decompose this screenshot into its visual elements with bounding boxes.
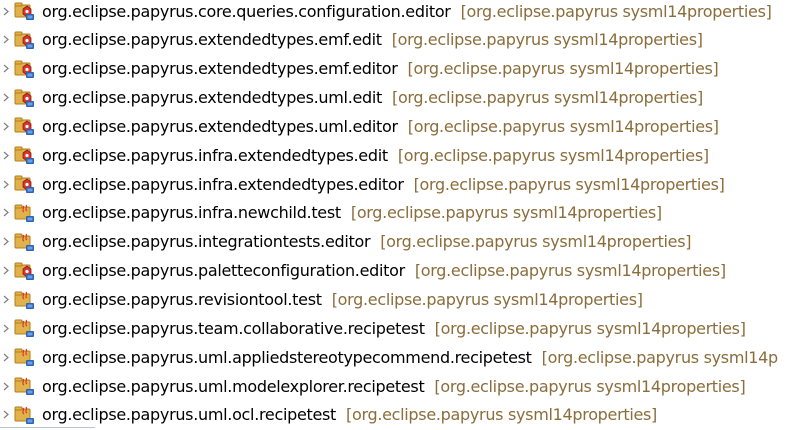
repository-decoration: [org.eclipse.papyrus sysml14properties]	[407, 116, 719, 136]
tree-item-15[interactable]: org.eclipse.papyrus.uml.ocl.recipetest […	[0, 401, 657, 429]
java-project-icon	[14, 231, 36, 253]
expand-arrow-icon[interactable]	[1, 343, 11, 371]
expand-arrow-icon[interactable]	[1, 286, 11, 314]
java-project-icon	[14, 317, 36, 339]
java-project-icon	[14, 404, 36, 426]
tree-item-13[interactable]: org.eclipse.papyrus.uml.appliedstereotyp…	[0, 343, 778, 371]
expand-arrow-icon[interactable]	[1, 228, 11, 256]
repository-decoration: [org.eclipse.papyrus sysml14properties]	[380, 232, 692, 252]
project-name: org.eclipse.papyrus.infra.extendedtypes.…	[42, 174, 404, 194]
project-name: org.eclipse.papyrus.team.collaborative.r…	[42, 318, 425, 338]
project-name: org.eclipse.papyrus.infra.newchild.test	[42, 203, 341, 223]
java-project-icon	[14, 202, 36, 224]
tree-item-7[interactable]: org.eclipse.papyrus.infra.extendedtypes.…	[0, 170, 725, 198]
tree-item-11[interactable]: org.eclipse.papyrus.revisiontool.test [o…	[0, 286, 643, 314]
project-name: org.eclipse.papyrus.core.queries.configu…	[42, 1, 451, 21]
expand-arrow-icon[interactable]	[1, 199, 11, 227]
tree-item-2[interactable]: org.eclipse.papyrus.extendedtypes.emf.ed…	[0, 26, 703, 54]
repository-decoration: [org.eclipse.papyrus sysml14properties]	[331, 290, 643, 309]
project-explorer-tree: org.eclipse.papyrus.core.queries.configu…	[0, 0, 809, 430]
project-name: org.eclipse.papyrus.extendedtypes.uml.ed…	[42, 116, 398, 136]
repository-decoration: [org.eclipse.papyrus sysml14properties]	[407, 59, 719, 79]
project-name: org.eclipse.papyrus.infra.extendedtypes.…	[42, 145, 388, 165]
project-name: org.eclipse.papyrus.paletteconfiguration…	[42, 261, 405, 281]
expand-arrow-icon[interactable]	[1, 170, 11, 198]
project-name: org.eclipse.papyrus.extendedtypes.uml.ed…	[42, 88, 382, 108]
project-name: org.eclipse.papyrus.integrationtests.edi…	[42, 232, 371, 252]
repository-decoration: [org.eclipse.papyrus sysml14properties]	[391, 30, 703, 50]
tree-item-9[interactable]: org.eclipse.papyrus.integrationtests.edi…	[0, 228, 692, 256]
plugin-project-icon	[14, 0, 36, 22]
java-project-icon	[14, 289, 36, 311]
expand-arrow-icon[interactable]	[1, 314, 11, 342]
repository-decoration: [org.eclipse.papyrus sysml14properties]	[350, 203, 662, 223]
plugin-project-icon	[14, 144, 36, 166]
repository-decoration: [org.eclipse.papyrus sysml14properties]	[414, 261, 726, 281]
plugin-project-icon	[14, 58, 36, 80]
repository-decoration: [org.eclipse.papyrus sysml14properties]	[434, 318, 746, 338]
expand-arrow-icon[interactable]	[1, 141, 11, 169]
tree-item-14[interactable]: org.eclipse.papyrus.uml.modelexplorer.re…	[0, 372, 746, 400]
java-project-icon	[14, 375, 36, 397]
plugin-project-icon	[14, 173, 36, 195]
repository-decoration: [org.eclipse.papyrus sysml14properties]	[460, 1, 772, 21]
project-name: org.eclipse.papyrus.revisiontool.test	[42, 290, 322, 309]
expand-arrow-icon[interactable]	[1, 26, 11, 54]
expand-arrow-icon[interactable]	[1, 372, 11, 400]
tree-item-6[interactable]: org.eclipse.papyrus.infra.extendedtypes.…	[0, 141, 709, 169]
expand-arrow-icon[interactable]	[1, 55, 11, 83]
repository-decoration: [org.eclipse.papyrus sysml14p	[541, 347, 779, 367]
repository-decoration: [org.eclipse.papyrus sysml14properties]	[413, 174, 725, 194]
plugin-project-icon	[14, 29, 36, 51]
expand-arrow-icon[interactable]	[1, 84, 11, 112]
expand-arrow-icon[interactable]	[1, 0, 11, 25]
tree-item-3[interactable]: org.eclipse.papyrus.extendedtypes.emf.ed…	[0, 55, 719, 83]
plugin-project-icon	[14, 115, 36, 137]
tree-item-10[interactable]: org.eclipse.papyrus.paletteconfiguration…	[0, 257, 726, 285]
repository-decoration: [org.eclipse.papyrus sysml14properties]	[434, 376, 746, 396]
expand-arrow-icon[interactable]	[1, 257, 11, 285]
plugin-project-icon	[14, 260, 36, 282]
project-name: org.eclipse.papyrus.extendedtypes.emf.ed…	[42, 30, 382, 50]
project-name: org.eclipse.papyrus.extendedtypes.emf.ed…	[42, 59, 398, 79]
repository-decoration: [org.eclipse.papyrus sysml14properties]	[392, 88, 703, 108]
tree-item-12[interactable]: org.eclipse.papyrus.team.collaborative.r…	[0, 314, 746, 342]
repository-decoration: [org.eclipse.papyrus sysml14properties]	[346, 405, 658, 425]
plugin-project-icon	[14, 87, 36, 109]
tree-item-1[interactable]: org.eclipse.papyrus.core.queries.configu…	[0, 0, 772, 25]
tree-item-4[interactable]: org.eclipse.papyrus.extendedtypes.uml.ed…	[0, 84, 703, 112]
project-name: org.eclipse.papyrus.uml.ocl.recipetest	[42, 405, 337, 425]
project-name: org.eclipse.papyrus.uml.appliedstereotyp…	[42, 347, 532, 367]
repository-decoration: [org.eclipse.papyrus sysml14properties]	[397, 145, 709, 165]
tree-item-5[interactable]: org.eclipse.papyrus.extendedtypes.uml.ed…	[0, 112, 719, 140]
expand-arrow-icon[interactable]	[1, 112, 11, 140]
project-name: org.eclipse.papyrus.uml.modelexplorer.re…	[42, 376, 425, 396]
expand-arrow-icon[interactable]	[1, 401, 11, 429]
java-project-icon	[14, 346, 36, 368]
tree-item-8[interactable]: org.eclipse.papyrus.infra.newchild.test …	[0, 199, 662, 227]
